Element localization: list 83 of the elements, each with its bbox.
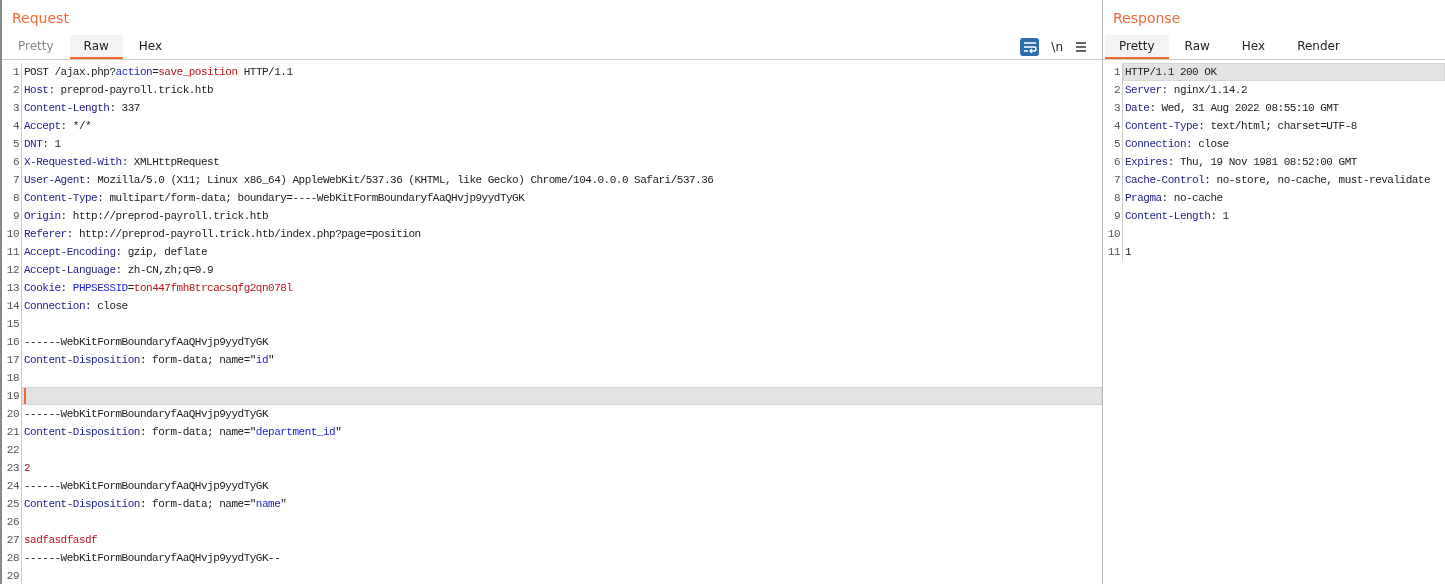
- pane-title: Request: [11, 9, 69, 25]
- line-number: 9: [1103, 207, 1123, 225]
- code-line: X-Requested-With: XMLHttpRequest: [24, 156, 220, 168]
- menu-icon[interactable]: [1075, 42, 1087, 52]
- line-number: 6: [2, 153, 22, 171]
- line-number: 16: [2, 333, 22, 351]
- code-line: Connection: close: [24, 300, 128, 312]
- line-number: 29: [2, 567, 22, 584]
- code-line: Content-Length: 337: [24, 102, 140, 114]
- line-number: 23: [2, 459, 22, 477]
- line-number: 9: [2, 207, 22, 225]
- line-number: 20: [2, 405, 22, 423]
- code-line: Server: nginx/1.14.2: [1125, 84, 1248, 96]
- code-line: Cache-Control: no-store, no-cache, must-revalidate: [1125, 174, 1431, 186]
- line-number: 26: [2, 513, 22, 531]
- line-number: 3: [1103, 99, 1123, 117]
- code-line: Content-Length: 1: [1125, 210, 1229, 222]
- code-line: Accept-Encoding: gzip, deflate: [24, 246, 208, 258]
- view-tab[interactable]: Hex: [1225, 35, 1282, 59]
- line-number: 10: [1103, 225, 1123, 243]
- line-number: 28: [2, 549, 22, 567]
- line-number: 17: [2, 351, 22, 369]
- code-line: Connection: close: [1125, 138, 1229, 150]
- code-line: Content-Disposition: form-data; name="name": [24, 498, 287, 510]
- view-tab[interactable]: Pretty: [1105, 35, 1169, 59]
- line-number: 2: [2, 81, 22, 99]
- newline-toggle-button[interactable]: \n: [1051, 40, 1063, 54]
- code-line: ------WebKitFormBoundaryfAaQHvjp9yydTyGK: [24, 336, 269, 348]
- pane-title: Response: [1112, 9, 1181, 25]
- line-number: 8: [2, 189, 22, 207]
- code-line: Accept-Language: zh-CN,zh;q=0.9: [24, 264, 214, 276]
- line-number: 2: [1103, 81, 1123, 99]
- line-number: 27: [2, 531, 22, 549]
- line-number: 7: [2, 171, 22, 189]
- view-tab[interactable]: Render: [1281, 35, 1356, 59]
- code-line: Origin: http://preprod-payroll.trick.htb: [24, 210, 269, 222]
- line-number: 18: [2, 369, 22, 387]
- code-line: Host: preprod-payroll.trick.htb: [24, 84, 214, 96]
- code-line: HTTP/1.1 200 OK: [1125, 66, 1217, 78]
- code-line: Content-Type: text/html; charset=UTF-8: [1125, 120, 1357, 132]
- code-line: 1: [1125, 246, 1132, 258]
- line-number: 11: [2, 243, 22, 261]
- code-line: 2: [24, 462, 31, 474]
- code-line: Content-Type: multipart/form-data; boundary=----WebKitFormBoundaryfAaQHvjp9yydTyGK: [24, 192, 525, 204]
- line-number: 5: [2, 135, 22, 153]
- line-number: 13: [2, 279, 22, 297]
- view-tab[interactable]: Raw: [1168, 35, 1226, 59]
- code-line: Expires: Thu, 19 Nov 1981 08:52:00 GMT: [1125, 156, 1357, 168]
- line-number: 11: [1103, 243, 1123, 261]
- code-line: POST /ajax.php?action=save_position HTTP/1.1: [24, 66, 293, 78]
- line-number: 7: [1103, 171, 1123, 189]
- line-number: 14: [2, 297, 22, 315]
- code-line: sadfasdfasdf: [24, 534, 98, 546]
- code-line: Accept: */*: [24, 120, 92, 132]
- code-line: ------WebKitFormBoundaryfAaQHvjp9yydTyGK: [24, 480, 269, 492]
- code-line: Content-Disposition: form-data; name="id": [24, 354, 275, 366]
- view-tab[interactable]: Raw: [69, 35, 123, 59]
- line-number: 1: [2, 63, 22, 81]
- line-number: 22: [2, 441, 22, 459]
- code-line: Referer: http://preprod-payroll.trick.htb/index.php?page=position: [24, 228, 421, 240]
- line-number: 4: [2, 117, 22, 135]
- word-wrap-button[interactable]: [1020, 38, 1040, 56]
- code-line: ------WebKitFormBoundaryfAaQHvjp9yydTyGK: [24, 408, 269, 420]
- line-number: 25: [2, 495, 22, 513]
- line-number: 24: [2, 477, 22, 495]
- text-cursor: [24, 388, 26, 404]
- view-tab[interactable]: Hex: [122, 35, 179, 59]
- code-line: User-Agent: Mozilla/5.0 (X11; Linux x86_64) AppleWebKit/537.36 (KHTML, like Gecko) Chrome/104.0.0.0 Safari/537.36: [24, 174, 714, 186]
- code-line: Pragma: no-cache: [1125, 192, 1223, 204]
- line-number: 8: [1103, 189, 1123, 207]
- code-line: Content-Disposition: form-data; name="department_id": [24, 426, 342, 438]
- line-number: 12: [2, 261, 22, 279]
- line-number: 6: [1103, 153, 1123, 171]
- line-number: 21: [2, 423, 22, 441]
- line-number: 15: [2, 315, 22, 333]
- line-number: 10: [2, 225, 22, 243]
- line-number: 3: [2, 99, 22, 117]
- line-number: 5: [1103, 135, 1123, 153]
- code-line: DNT: 1: [24, 138, 61, 150]
- code-line: Cookie: PHPSESSID=ton447fmh8trcacsqfg2qn078l: [24, 282, 293, 294]
- line-number: 4: [1103, 117, 1123, 135]
- code-line: ------WebKitFormBoundaryfAaQHvjp9yydTyGK--: [24, 552, 281, 564]
- code-line: Date: Wed, 31 Aug 2022 08:55:10 GMT: [1125, 102, 1339, 114]
